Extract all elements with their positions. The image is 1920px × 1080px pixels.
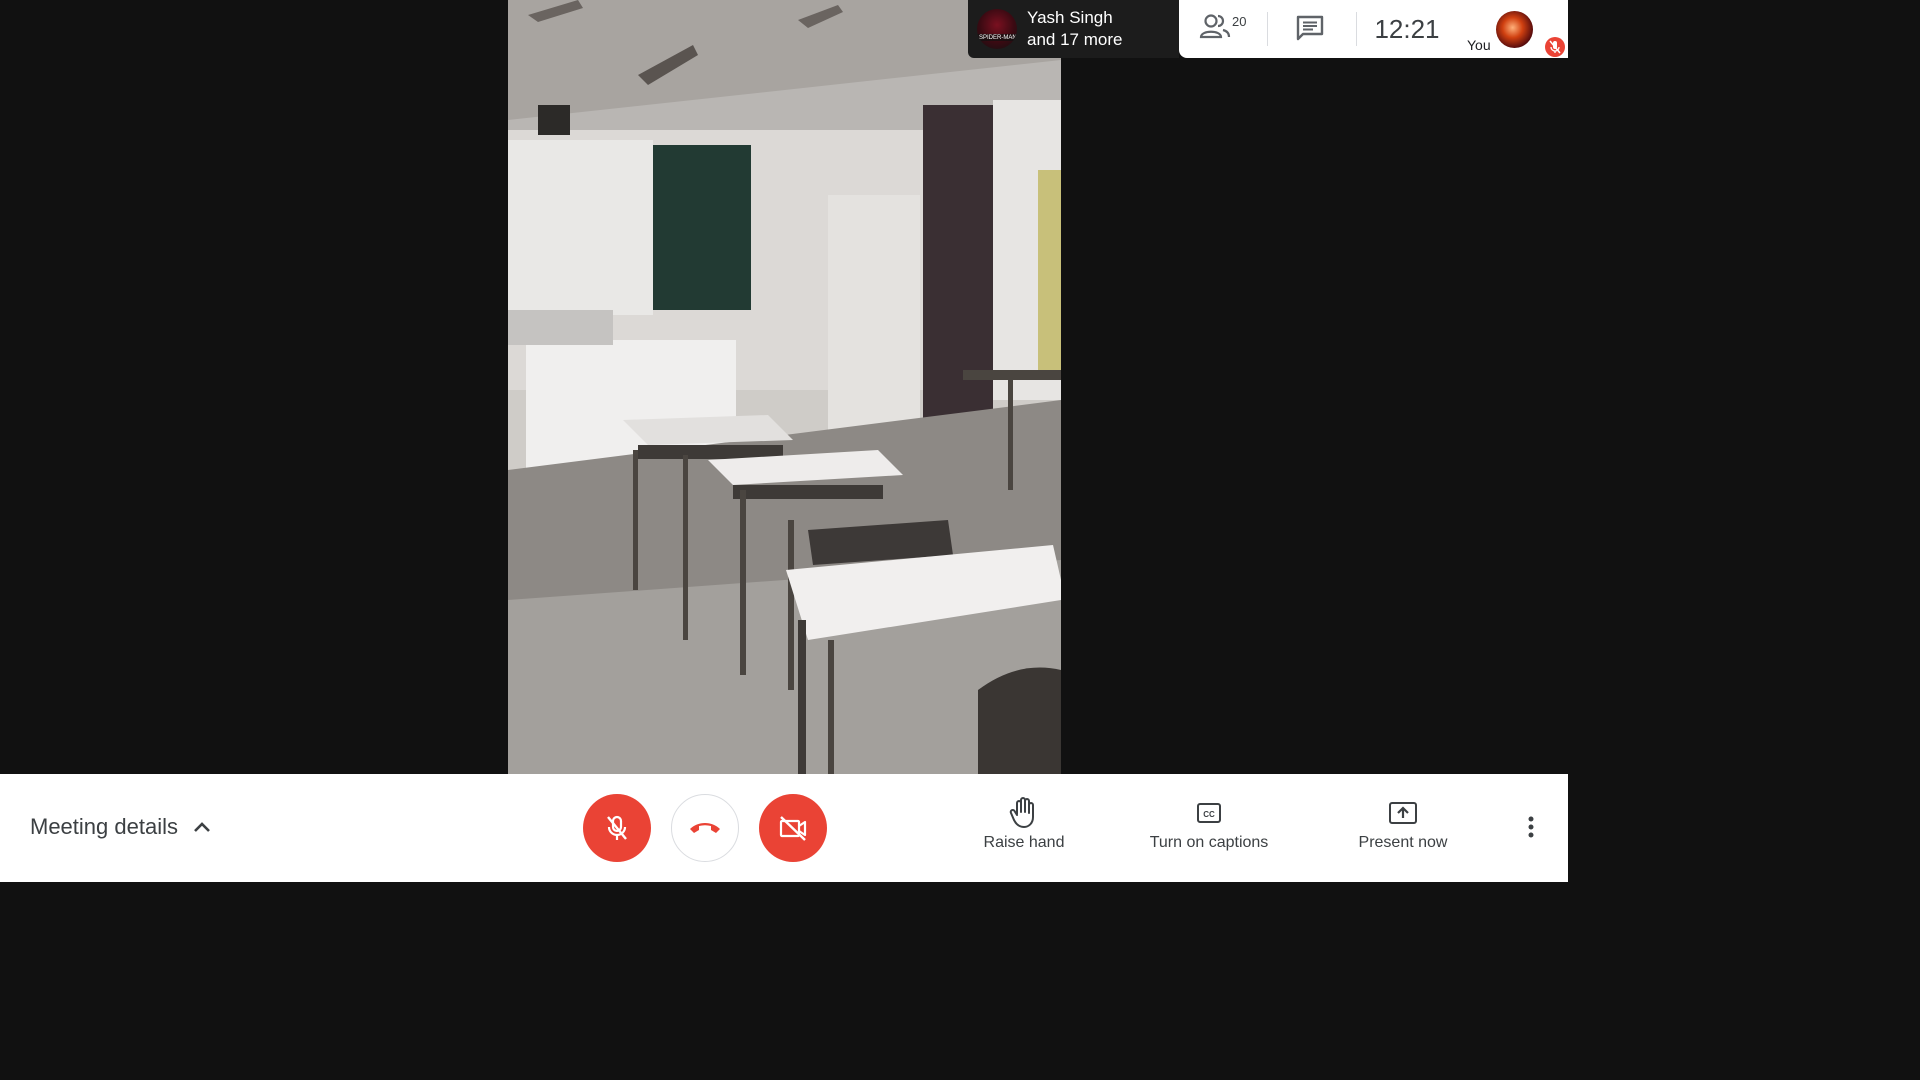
self-label: You — [1467, 37, 1491, 53]
svg-text:CC: CC — [1203, 810, 1215, 819]
camera-toggle-button[interactable] — [759, 794, 827, 862]
raise-hand-button[interactable]: Raise hand — [968, 796, 1080, 852]
meeting-details-button[interactable]: Meeting details — [30, 814, 212, 840]
leave-call-button[interactable] — [671, 794, 739, 862]
avatar-text: SPIDER-MAN — [979, 35, 1017, 41]
chevron-up-icon — [194, 822, 210, 832]
speaker-names: Yash Singh and 17 more — [1027, 7, 1122, 51]
meeting-details-label: Meeting details — [30, 814, 178, 839]
raise-hand-label: Raise hand — [983, 834, 1065, 851]
people-count: 20 — [1232, 14, 1247, 29]
meeting-stage: SPIDER-MAN Yash Singh and 17 more 20 12:… — [0, 0, 1568, 774]
classroom-video-frame — [508, 0, 1061, 774]
chat-icon — [1296, 15, 1324, 41]
divider — [1356, 12, 1357, 46]
more-vert-icon — [1528, 816, 1534, 838]
present-screen-icon — [1389, 802, 1417, 824]
top-info-panel: 20 12:21 — [1179, 0, 1462, 58]
more-options-button[interactable] — [1516, 812, 1546, 842]
speaker-more: and 17 more — [1027, 30, 1123, 49]
microphone-toggle-button[interactable] — [583, 794, 651, 862]
self-tile[interactable]: You — [1462, 0, 1568, 58]
self-mic-off-icon — [1545, 37, 1565, 57]
people-icon — [1199, 14, 1231, 39]
present-now-button[interactable]: Present now — [1346, 796, 1460, 852]
captions-button[interactable]: CC Turn on captions — [1138, 796, 1280, 852]
people-button[interactable]: 20 — [1199, 12, 1263, 48]
divider — [1267, 12, 1268, 46]
call-end-icon — [690, 823, 720, 833]
active-speaker-chip[interactable]: SPIDER-MAN Yash Singh and 17 more — [968, 0, 1179, 58]
speaker-name: Yash Singh — [1027, 8, 1113, 27]
bottom-control-bar: Meeting details Raise hand CC Turn on ca… — [0, 774, 1568, 882]
self-avatar — [1496, 11, 1533, 48]
hand-icon — [1009, 797, 1034, 828]
captions-label: Turn on captions — [1149, 834, 1269, 851]
mic-off-icon — [607, 815, 627, 840]
chat-button[interactable] — [1295, 14, 1329, 44]
main-video-feed — [508, 0, 1061, 774]
speaker-avatar: SPIDER-MAN — [977, 9, 1017, 49]
closed-captions-icon: CC — [1197, 803, 1221, 823]
meeting-clock: 12:21 — [1374, 14, 1440, 44]
videocam-off-icon — [779, 816, 807, 841]
present-now-label: Present now — [1358, 834, 1448, 851]
